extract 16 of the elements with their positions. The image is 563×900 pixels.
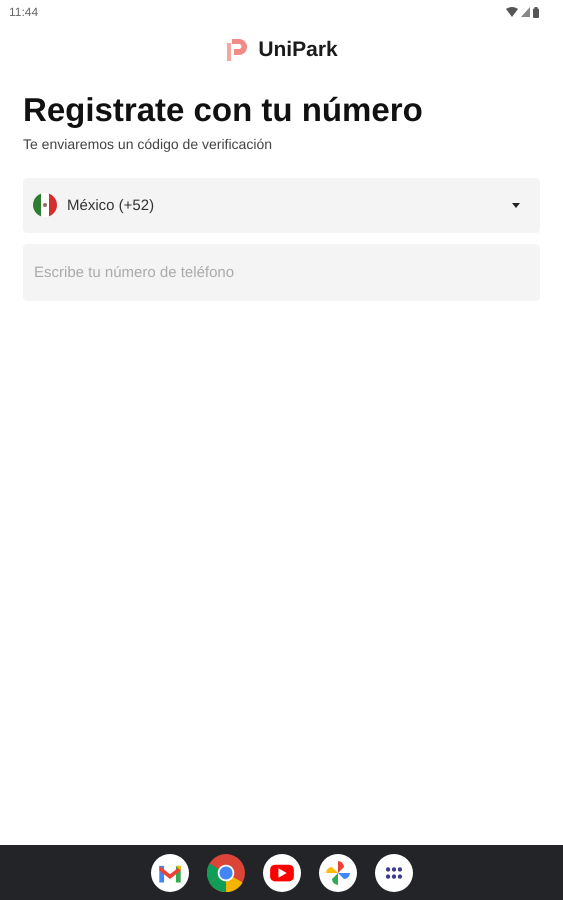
- wifi-icon: [506, 7, 518, 17]
- pinwheel-icon[interactable]: [318, 854, 356, 892]
- signal-icon: [521, 7, 530, 17]
- battery-icon: [533, 6, 539, 18]
- flag-icon: [33, 193, 57, 218]
- browser-icon[interactable]: [206, 854, 244, 892]
- app-grid-icon[interactable]: [374, 854, 412, 892]
- page-heading: Registrate con tu número: [23, 90, 424, 130]
- phone-field[interactable]: Escribe tu número de teléfono: [23, 244, 540, 301]
- page-subheading: Te enviaremos un código de verificación: [23, 136, 274, 152]
- video-play-icon[interactable]: [262, 854, 300, 892]
- country-select[interactable]: México (+52): [23, 178, 540, 233]
- app-name: UniPark: [258, 38, 338, 62]
- mail-icon[interactable]: [150, 854, 188, 892]
- status-time: 11:44: [9, 5, 38, 19]
- caret-icon: [512, 202, 520, 208]
